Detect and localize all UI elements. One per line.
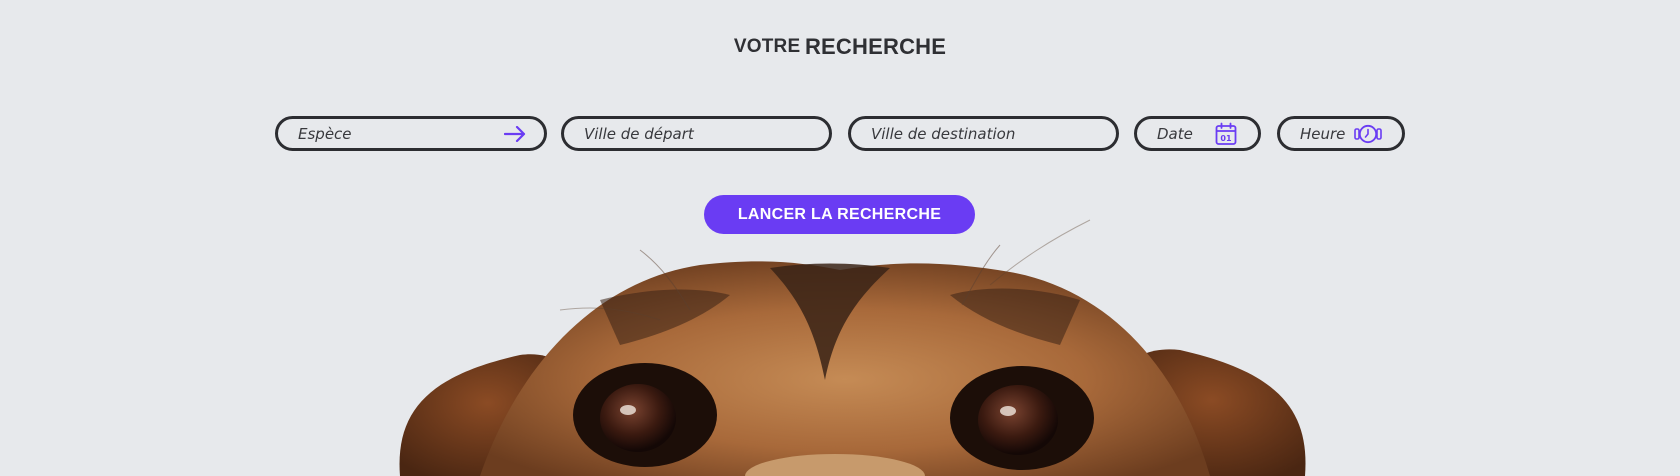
departure-city-field[interactable] [561,116,832,151]
species-input[interactable] [298,119,498,148]
title-main: RECHERCHE [804,34,947,59]
search-button[interactable]: LANCER LA RECHERCHE [704,195,975,234]
title-prefix: VOTRE [733,36,801,57]
dog-photo [399,219,1306,476]
departure-city-input[interactable] [584,119,804,148]
date-field[interactable]: 01 [1134,116,1261,151]
destination-city-field[interactable] [848,116,1119,151]
time-input[interactable] [1300,119,1358,148]
date-input[interactable] [1157,119,1217,148]
destination-city-input[interactable] [871,119,1091,148]
time-field[interactable] [1277,116,1405,151]
calendar-day-text: 01 [1220,134,1232,143]
clock-icon[interactable] [1354,124,1382,144]
search-page: VOTRE RECHERCHE 01 [0,0,1680,476]
page-title: VOTRE RECHERCHE [0,34,1680,60]
calendar-icon[interactable]: 01 [1215,122,1237,145]
species-field[interactable] [275,116,547,151]
arrow-right-icon[interactable] [504,125,526,142]
